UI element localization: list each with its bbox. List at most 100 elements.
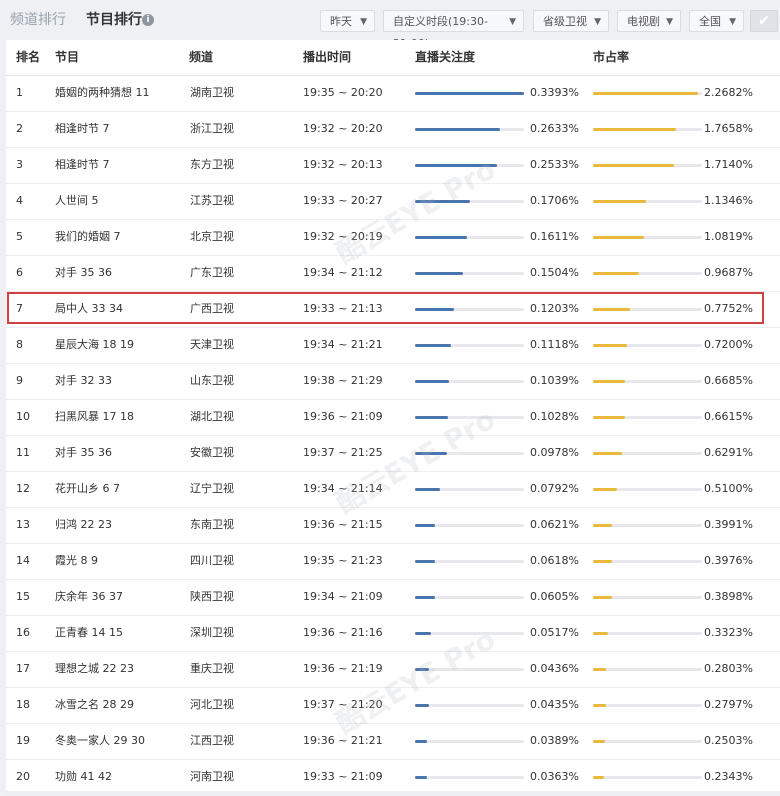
table-row[interactable]: 18 冰雪之名 28 29 河北卫视 19:37 ~ 21:20 0.0435% 0.27… [6,687,780,724]
column-header-program[interactable]: 节目 [55,40,79,75]
share-bar-track [593,128,702,131]
program-cell: 归鸿 22 23 [55,518,112,531]
column-header-share[interactable]: 市占率 [593,40,629,75]
table-row[interactable]: 17 理想之城 22 23 重庆卫视 19:36 ~ 21:19 0.0436% 0.28… [6,651,780,688]
attention-value: 0.1039% [530,374,579,387]
filter-channel-type-dropdown[interactable]: 省级卫视 ▼ [533,10,609,32]
filter-timeslot-dropdown[interactable]: 自定义时段(19:30-21:00) ▼ [383,10,524,50]
share-bar-track [593,704,702,707]
channel-cell: 湖北卫视 [190,410,234,423]
column-header-channel[interactable]: 频道 [189,40,213,75]
table-row[interactable]: 14 霞光 8 9 四川卫视 19:35 ~ 21:23 0.0618% 0.3976% [6,543,780,580]
table-row[interactable]: 13 归鸿 22 23 东南卫视 19:36 ~ 21:15 0.0621% 0.3991… [6,507,780,544]
airtime-cell: 19:33 ~ 21:13 [303,302,383,315]
share-value: 0.3323% [704,626,753,639]
share-value: 0.2503% [704,734,753,747]
table-row[interactable]: 7 局中人 33 34 广西卫视 19:33 ~ 21:13 0.1203% 0.7752… [6,291,780,328]
filter-date-dropdown[interactable]: 昨天 ▼ [320,10,375,32]
filter-region-dropdown[interactable]: 全国 ▼ [689,10,744,32]
program-cell: 理想之城 22 23 [55,662,134,675]
table-row[interactable]: 8 星辰大海 18 19 天津卫视 19:34 ~ 21:21 0.1118% 0.720… [6,327,780,364]
attention-value: 0.0618% [530,554,579,567]
table-row[interactable]: 3 相逢时节 7 东方卫视 19:32 ~ 20:13 0.2533% 1.7140% [6,147,780,184]
info-icon[interactable]: i [142,14,154,26]
column-header-attention[interactable]: 直播关注度 [415,40,475,75]
airtime-cell: 19:34 ~ 21:14 [303,482,383,495]
column-header-airtime[interactable]: 播出时间 [303,40,351,75]
program-cell: 冬奥一家人 29 30 [55,734,145,747]
table-row[interactable]: 10 扫黑风暴 17 18 湖北卫视 19:36 ~ 21:09 0.1028% 0.66… [6,399,780,436]
filter-region-label: 全国 [699,15,721,28]
attention-bar [415,740,427,743]
share-value: 1.0819% [704,230,753,243]
attention-bar-track [415,524,524,527]
attention-value: 0.1504% [530,266,579,279]
rank-cell: 10 [16,410,30,423]
attention-bar [415,668,429,671]
share-bar [593,740,605,743]
share-value: 0.2797% [704,698,753,711]
share-bar [593,92,698,95]
table-row[interactable]: 11 对手 35 36 安徽卫视 19:37 ~ 21:25 0.0978% 0.6291… [6,435,780,472]
program-cell: 冰雪之名 28 29 [55,698,134,711]
program-cell: 相逢时节 7 [55,158,110,171]
share-bar-track [593,488,702,491]
table-row[interactable]: 6 对手 35 36 广东卫视 19:34 ~ 21:12 0.1504% 0.9687% [6,255,780,292]
attention-value: 0.0621% [530,518,579,531]
share-bar-track [593,560,702,563]
top-bar: 频道排行 节目排行 i 昨天 ▼ 自定义时段(19:30-21:00) ▼ 省级… [0,0,780,50]
share-bar-track [593,596,702,599]
attention-bar-track [415,740,524,743]
channel-cell: 广东卫视 [190,266,234,279]
program-cell: 对手 32 33 [55,374,112,387]
rank-cell: 14 [16,554,30,567]
share-bar [593,308,630,311]
table-row[interactable]: 1 婚姻的两种猜想 11 湖南卫视 19:35 ~ 20:20 0.3393% 2.268… [6,75,780,112]
attention-value: 0.2533% [530,158,579,171]
attention-value: 0.1203% [530,302,579,315]
attention-bar-track [415,632,524,635]
table-row[interactable]: 16 正青春 14 15 深圳卫视 19:36 ~ 21:16 0.0517% 0.332… [6,615,780,652]
program-cell: 花开山乡 6 7 [55,482,120,495]
attention-bar [415,344,451,347]
share-bar-track [593,524,702,527]
filter-date-label: 昨天 [330,15,352,28]
attention-bar-track [415,488,524,491]
share-bar-track [593,668,702,671]
table-row[interactable]: 2 相逢时节 7 浙江卫视 19:32 ~ 20:20 0.2633% 1.7658% [6,111,780,148]
attention-bar [415,488,440,491]
channel-cell: 深圳卫视 [190,626,234,639]
tab-program-ranking[interactable]: 节目排行 [86,8,142,32]
attention-bar [415,524,435,527]
filter-genre-dropdown[interactable]: 电视剧 ▼ [617,10,681,32]
share-bar-track [593,272,702,275]
tab-channel-ranking[interactable]: 频道排行 [10,8,66,32]
table-row[interactable]: 20 功勋 41 42 河南卫视 19:33 ~ 21:09 0.0363% 0.2343… [6,759,780,796]
share-bar [593,236,644,239]
attention-bar [415,128,500,131]
table-row[interactable]: 5 我们的婚姻 7 北京卫视 19:32 ~ 20:19 0.1611% 1.0819% [6,219,780,256]
share-bar-track [593,92,702,95]
channel-cell: 广西卫视 [190,302,234,315]
table-row[interactable]: 12 花开山乡 6 7 辽宁卫视 19:34 ~ 21:14 0.0792% 0.5100… [6,471,780,508]
column-header-rank[interactable]: 排名 [16,40,40,75]
table-row[interactable]: 9 对手 32 33 山东卫视 19:38 ~ 21:29 0.1039% 0.6685% [6,363,780,400]
table-row[interactable]: 15 庆余年 36 37 陕西卫视 19:34 ~ 21:09 0.0605% 0.389… [6,579,780,616]
program-cell: 扫黑风暴 17 18 [55,410,134,423]
share-bar-track [593,380,702,383]
share-value: 0.5100% [704,482,753,495]
attention-value: 0.0435% [530,698,579,711]
confirm-button[interactable]: ✔ [750,10,778,32]
table-row[interactable]: 4 人世间 5 江苏卫视 19:33 ~ 20:27 0.1706% 1.1346% [6,183,780,220]
airtime-cell: 19:34 ~ 21:21 [303,338,383,351]
attention-bar [415,776,427,779]
rank-cell: 7 [16,302,23,315]
rank-cell: 9 [16,374,23,387]
airtime-cell: 19:36 ~ 21:15 [303,518,383,531]
table-row[interactable]: 19 冬奥一家人 29 30 江西卫视 19:36 ~ 21:21 0.0389% 0.2… [6,723,780,760]
airtime-cell: 19:32 ~ 20:13 [303,158,383,171]
attention-bar [415,308,454,311]
share-bar [593,416,625,419]
channel-cell: 江苏卫视 [190,194,234,207]
attention-bar-track [415,596,524,599]
